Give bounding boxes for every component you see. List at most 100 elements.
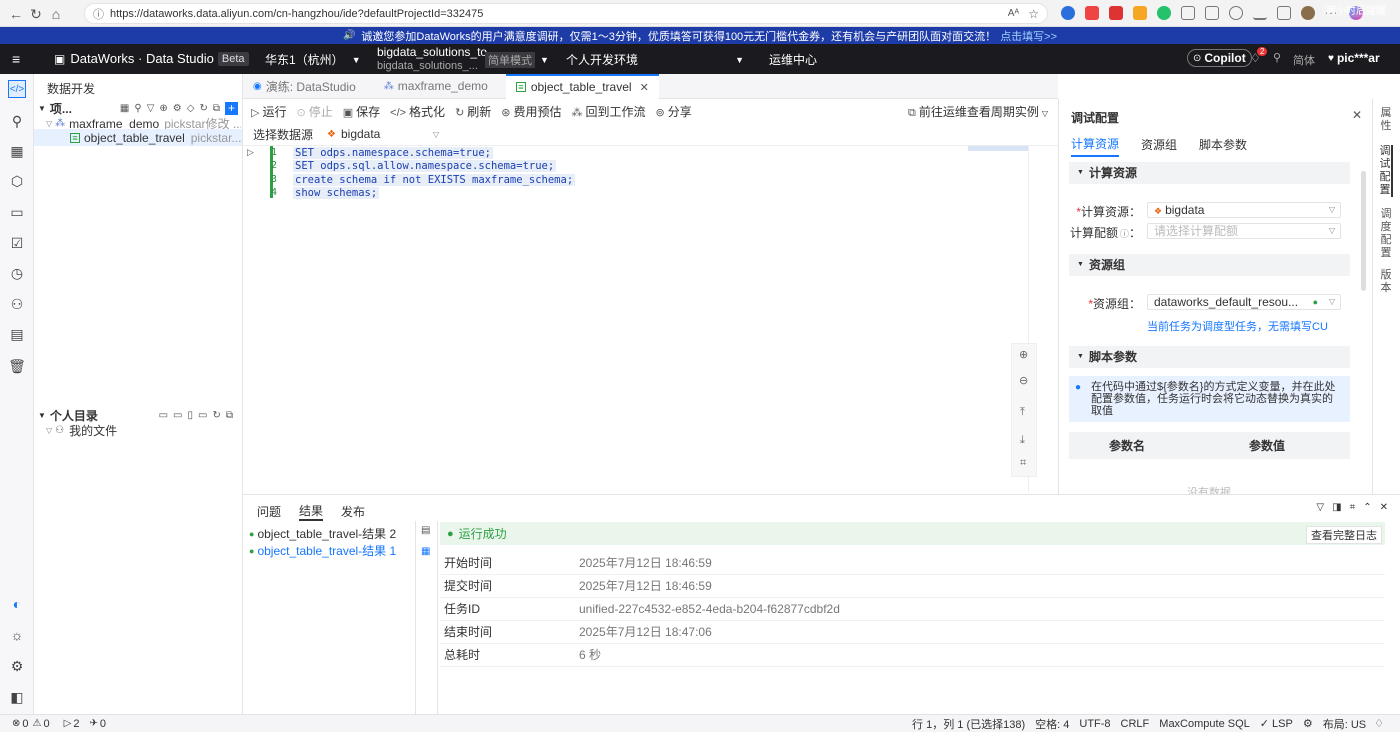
ops-center-link[interactable]: 运维中心 xyxy=(769,51,817,68)
tab-resource-group[interactable]: 资源组 xyxy=(1141,136,1177,156)
scroll-top-icon[interactable]: ⤒ xyxy=(1020,406,1025,419)
code-line[interactable]: show schemas; xyxy=(293,187,380,199)
compute-select[interactable]: ❖ bigdata ▽ xyxy=(1147,202,1341,218)
downloads-icon[interactable] xyxy=(1253,6,1267,20)
tab-script-params[interactable]: 脚本参数 xyxy=(1199,136,1247,156)
extension-icon[interactable] xyxy=(1109,6,1123,20)
close-icon[interactable]: ✕ xyxy=(1380,502,1388,513)
user-menu[interactable]: ♥ pic***ar xyxy=(1328,51,1380,65)
refresh-icon[interactable]: ↻ xyxy=(212,410,220,421)
tab-publish[interactable]: 发布 xyxy=(341,503,365,520)
save-button[interactable]: ▣ 保存 xyxy=(343,103,380,120)
folder-icon[interactable]: ▭ xyxy=(159,410,168,421)
section-resource-group[interactable]: ▼ 资源组 xyxy=(1069,254,1350,276)
minimap[interactable] xyxy=(968,146,1028,151)
chevron-up-icon[interactable]: ⌃ xyxy=(1363,502,1371,513)
scrollbar-thumb[interactable] xyxy=(1361,171,1366,291)
theme-icon[interactable]: ☼ xyxy=(8,626,26,644)
bell-icon[interactable]: ♢ xyxy=(1374,717,1384,730)
eol-setting[interactable]: CRLF xyxy=(1121,718,1150,730)
extension-icon[interactable] xyxy=(1061,6,1075,20)
log-icon[interactable]: ▤ xyxy=(421,525,430,536)
favorites-icon[interactable] xyxy=(1205,6,1219,20)
form-icon[interactable]: ▤ xyxy=(8,325,26,343)
read-aloud-icon[interactable]: Aᴬ xyxy=(1008,8,1019,19)
add-icon[interactable]: + xyxy=(225,102,238,115)
refresh-button[interactable]: ↻ 刷新 xyxy=(455,103,491,120)
quota-select[interactable]: 请选择计算配额 ▽ xyxy=(1147,223,1341,239)
clock-icon[interactable]: ◷ xyxy=(8,264,26,282)
fit-icon[interactable]: ⌗ xyxy=(1020,457,1026,470)
task-icon[interactable]: ☑ xyxy=(8,234,26,252)
filter-icon[interactable]: ▽ xyxy=(1316,502,1324,513)
env-selector[interactable]: 个人开发环境 ▼ xyxy=(566,51,744,68)
goto-ops-button[interactable]: ⧉ 前往运维查看周期实例 ▽ xyxy=(908,103,1048,120)
tree-item-my-files[interactable]: ▽ ⚇ 我的文件 xyxy=(46,422,117,439)
reload-icon[interactable]: ↻ xyxy=(26,4,46,24)
encoding-setting[interactable]: UTF-8 xyxy=(1079,718,1110,730)
profile-avatar[interactable] xyxy=(1301,6,1315,20)
fit-icon[interactable]: ⌗ xyxy=(1350,502,1356,513)
code-line[interactable]: SET odps.sql.allow.namespace.schema=true… xyxy=(293,160,557,172)
settings-icon[interactable]: ⚙ xyxy=(173,103,182,114)
user-icon[interactable]: ⚇ xyxy=(8,295,26,313)
region-selector[interactable]: 华东1（杭州） ▼ xyxy=(265,51,361,68)
collapse-icon[interactable]: ⧉ xyxy=(213,103,220,114)
tab-object-table-travel[interactable]: ≡ object_table_travel ✕ xyxy=(505,73,659,99)
refresh-icon[interactable]: ↻ xyxy=(199,103,207,114)
lsp-status[interactable]: ✓ LSP xyxy=(1260,717,1293,730)
code-line[interactable]: create schema if not EXISTS maxframe_sch… xyxy=(293,174,576,186)
vtab-schedule-config[interactable]: 调度配置 xyxy=(1379,208,1393,260)
tree-item-node[interactable]: ≡ object_table_travel pickstar... xyxy=(34,129,242,146)
vtab-debug-config[interactable]: 调试配置 xyxy=(1379,145,1393,197)
back-icon[interactable]: ← xyxy=(6,4,26,24)
scroll-bottom-icon[interactable]: ⤓ xyxy=(1020,434,1025,447)
keyboard-layout[interactable]: 布局: US xyxy=(1323,716,1366,732)
gear-icon[interactable]: ⚙ xyxy=(1303,717,1313,730)
folder-add-icon[interactable]: ▭ xyxy=(173,410,182,421)
tab-maxframe-demo[interactable]: ⁂ maxframe_demo xyxy=(374,74,498,99)
copilot-icon[interactable]: ◐ xyxy=(8,595,26,613)
copilot-button[interactable]: ⊙ Copilot xyxy=(1187,49,1252,67)
gear-icon[interactable]: ⚙ xyxy=(8,657,26,675)
home-icon[interactable]: ⌂ xyxy=(46,4,66,24)
filter-icon[interactable]: ▽ xyxy=(147,103,155,114)
search-icon[interactable]: ⚲ xyxy=(1273,51,1281,64)
language-switch[interactable]: 简体 xyxy=(1293,52,1315,68)
view-log-button[interactable]: 查看完整日志 xyxy=(1306,526,1382,544)
code-editor[interactable]: ▷ 1 2 3 4 SET odps.namespace.schema=true… xyxy=(243,146,1058,492)
workspace-selector[interactable]: bigdata_solutions_to bigdata_solutions_.… xyxy=(377,45,487,73)
code-icon[interactable]: </> xyxy=(8,80,26,98)
zoom-out-icon[interactable]: ⊖ xyxy=(1019,374,1028,387)
datasource-select[interactable]: ❖ bigdata ▽ xyxy=(327,127,439,141)
panel-toggle-icon[interactable]: ◧ xyxy=(8,688,26,706)
format-button[interactable]: </> 格式化 xyxy=(390,103,445,120)
mode-selector[interactable]: 简单模式 ▼ xyxy=(485,52,549,68)
tab-compute[interactable]: 计算资源 xyxy=(1071,135,1120,157)
banner-link[interactable]: 点击填写>> xyxy=(1000,28,1057,44)
file-add-icon[interactable]: ▯ xyxy=(188,410,194,421)
run-counts[interactable]: ▷ 2 ✈ 0 xyxy=(64,718,106,730)
cursor-position[interactable]: 行 1，列 1 (已选择138) xyxy=(912,716,1025,732)
extension-icon[interactable] xyxy=(1085,6,1099,20)
table-icon[interactable]: ▦ xyxy=(8,142,26,160)
run-line-icon[interactable]: ▷ xyxy=(247,147,254,158)
tab-datastudio[interactable]: ◉ 演练: DataStudio xyxy=(243,74,366,99)
search-icon[interactable]: ⚲ xyxy=(134,103,141,114)
extensions-icon[interactable] xyxy=(1181,6,1195,20)
close-icon[interactable]: ✕ xyxy=(640,81,649,94)
explore-icon[interactable]: ⚲ xyxy=(8,112,26,130)
language-mode[interactable]: MaxCompute SQL xyxy=(1159,718,1249,730)
split-icon[interactable]: ◨ xyxy=(1332,502,1341,513)
code-line[interactable]: SET odps.namespace.schema=true; xyxy=(293,147,493,159)
favorite-icon[interactable]: ☆ xyxy=(1028,7,1039,21)
rg-select[interactable]: dataworks_default_resou... ● ▽ xyxy=(1147,294,1341,310)
history-icon[interactable] xyxy=(1229,6,1243,20)
vtab-properties[interactable]: 属性 xyxy=(1379,107,1393,133)
vtab-version[interactable]: 版本 xyxy=(1379,269,1393,295)
detail-icon[interactable]: ▦ xyxy=(421,546,430,557)
section-compute[interactable]: ▼ 计算资源 xyxy=(1069,162,1350,184)
run-button[interactable]: ▷ 运行 xyxy=(251,103,286,120)
extension-icon[interactable] xyxy=(1133,6,1147,20)
zoom-in-icon[interactable]: ⊕ xyxy=(1019,348,1028,361)
